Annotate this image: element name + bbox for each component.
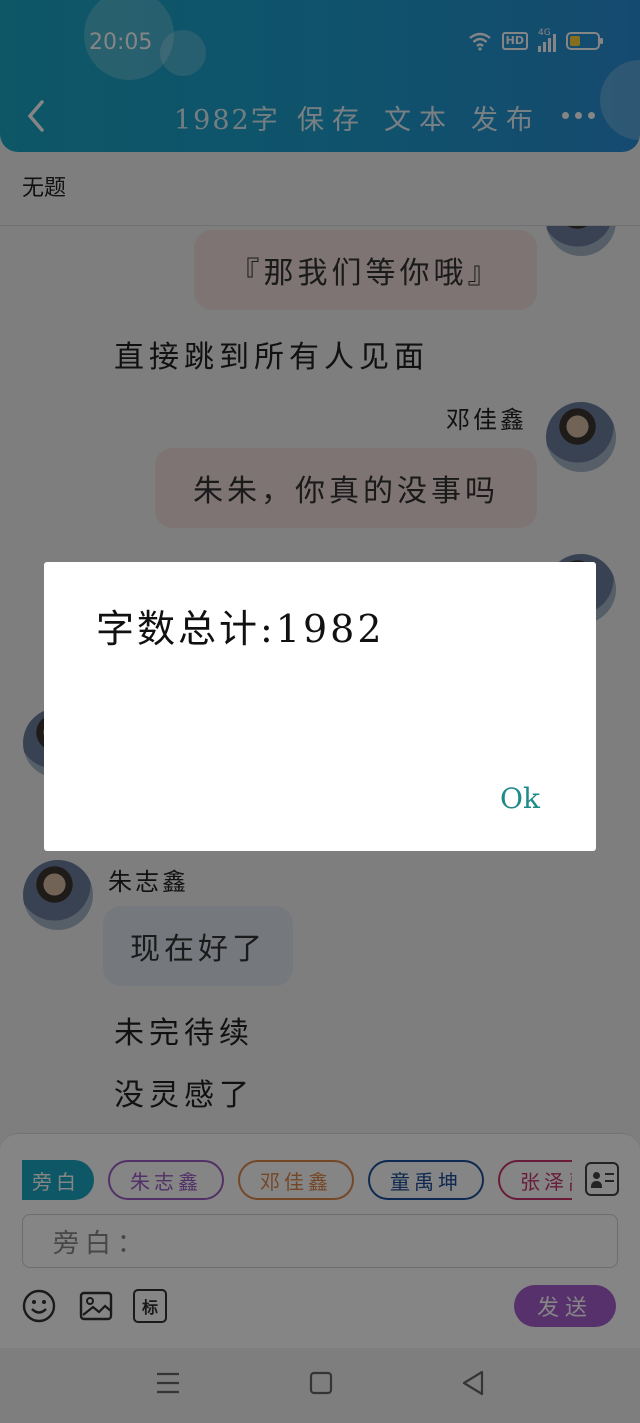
ok-button[interactable]: Ok [500,782,540,815]
word-count-dialog: 字数总计:1982 Ok [44,562,596,851]
dialog-message: 字数总计:1982 [96,607,385,651]
